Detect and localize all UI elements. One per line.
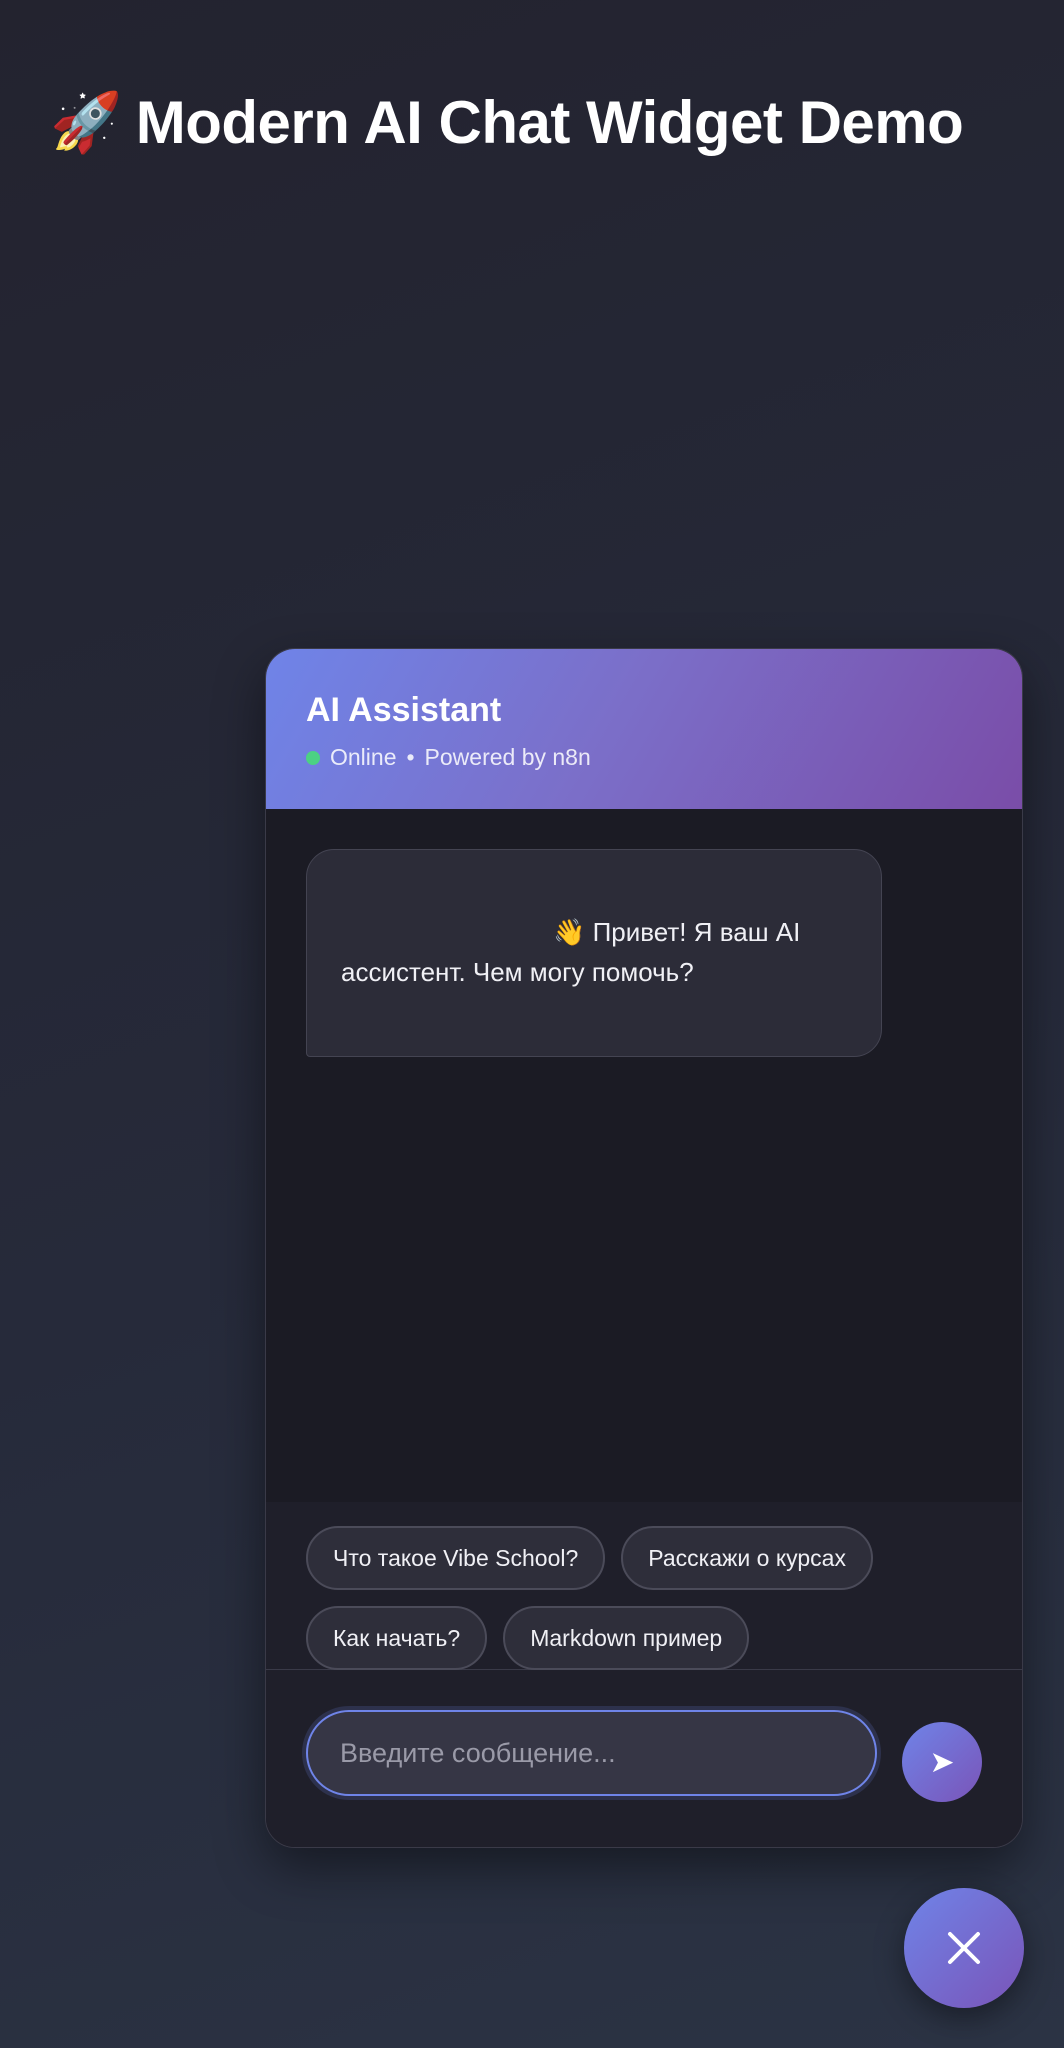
close-icon	[948, 1932, 980, 1964]
send-button[interactable]: ➤	[902, 1722, 982, 1802]
message-list: 👋 Привет! Я ваш AI ассистент. Чем могу п…	[266, 809, 1022, 1502]
chat-header: AI Assistant Online • Powered by n8n	[266, 649, 1022, 809]
online-status-dot	[306, 750, 320, 765]
suggestion-chip[interactable]: Markdown пример	[503, 1606, 750, 1670]
suggestion-chip[interactable]: Что такое Vibe School?	[306, 1526, 606, 1590]
message-input[interactable]	[306, 1710, 878, 1796]
chat-widget: AI Assistant Online • Powered by n8n 👋 П…	[265, 648, 1023, 1848]
status-separator: •	[406, 744, 415, 770]
send-icon: ➤	[929, 1744, 955, 1780]
rocket-icon: 🚀	[50, 88, 122, 156]
suggestion-chip[interactable]: Как начать?	[306, 1606, 488, 1670]
close-chat-button[interactable]	[904, 1888, 1024, 2008]
chat-status: Online • Powered by n8n	[306, 744, 982, 771]
status-text: Online	[330, 744, 397, 770]
suggestion-chips: Что такое Vibe School? Расскажи о курсах…	[266, 1502, 1022, 1670]
powered-by-text: Powered by n8n	[424, 744, 591, 770]
assistant-message: 👋 Привет! Я ваш AI ассистент. Чем могу п…	[306, 849, 882, 1057]
chat-title: AI Assistant	[306, 691, 502, 729]
page-title-text: Modern AI Chat Widget Demo	[135, 89, 964, 156]
suggestion-chip[interactable]: Расскажи о курсах	[621, 1526, 873, 1590]
page-title: 🚀 Modern AI Chat Widget Demo	[50, 88, 964, 157]
input-area: ➤	[266, 1670, 1022, 1847]
